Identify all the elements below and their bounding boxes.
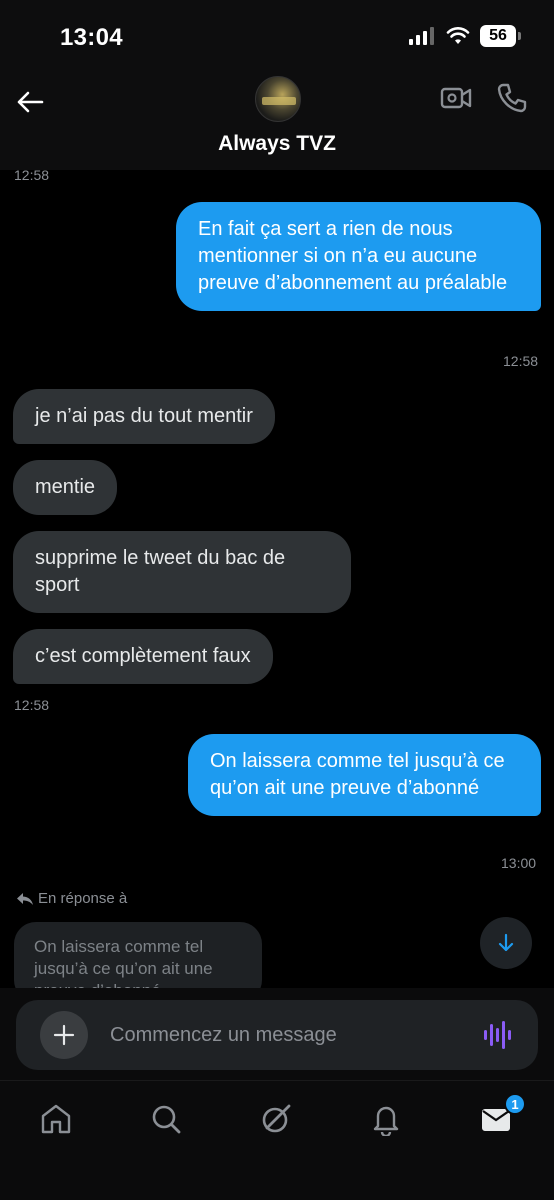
- incoming-message[interactable]: supprime le tweet du bac de sport: [13, 531, 351, 613]
- reply-arrow-icon: [17, 892, 33, 905]
- tab-grok[interactable]: [256, 1099, 296, 1139]
- conversation-title[interactable]: Always TVZ: [0, 132, 554, 156]
- composer-area: [0, 988, 554, 1080]
- battery-indicator: 56: [480, 25, 521, 47]
- chat-header: Always TVZ: [0, 70, 554, 170]
- cellular-signal-icon: [409, 27, 434, 45]
- message-composer: [16, 1000, 538, 1070]
- scroll-to-bottom-button[interactable]: [480, 917, 532, 969]
- video-call-button[interactable]: [440, 84, 474, 114]
- search-icon: [152, 1105, 181, 1134]
- add-attachment-button[interactable]: [40, 1011, 88, 1059]
- avatar[interactable]: [255, 76, 301, 122]
- reply-context: En réponse à: [16, 890, 127, 907]
- status-bar: 13:04 56: [0, 0, 554, 70]
- status-icons: 56: [408, 25, 521, 47]
- incoming-message[interactable]: c’est complètement faux: [13, 629, 273, 684]
- message-input[interactable]: [110, 1020, 450, 1050]
- messages-badge: 1: [504, 1093, 526, 1115]
- tab-search[interactable]: [146, 1099, 186, 1139]
- status-time: 13:04: [60, 24, 123, 51]
- message-timestamp: 12:58: [14, 697, 50, 713]
- outgoing-message[interactable]: On laissera comme tel jusqu’à ce qu’on a…: [188, 734, 541, 816]
- bell-icon: [373, 1106, 399, 1136]
- incoming-message[interactable]: mentie: [13, 460, 118, 515]
- message-timestamp: 12:58: [503, 353, 539, 369]
- bottom-tab-bar: 1: [0, 1080, 554, 1200]
- phone-icon: [497, 83, 527, 113]
- reply-preview[interactable]: On laissera comme tel jusqu’à ce qu’on a…: [14, 922, 262, 988]
- voice-call-button[interactable]: [496, 82, 530, 116]
- wifi-icon: [446, 27, 470, 44]
- outgoing-message[interactable]: En fait ça sert a rien de nous mentionne…: [176, 202, 541, 311]
- incoming-message[interactable]: je n’ai pas du tout mentir: [13, 389, 275, 444]
- audio-waveform-icon: [484, 1021, 511, 1049]
- arrow-left-icon: [17, 91, 44, 113]
- message-timestamp: 13:00: [501, 855, 537, 871]
- home-icon: [41, 1104, 71, 1134]
- grok-icon: [262, 1104, 291, 1133]
- tab-notifications[interactable]: [366, 1099, 406, 1139]
- video-camera-icon: [440, 87, 472, 109]
- reply-label: En réponse à: [38, 890, 128, 907]
- message-timestamp: 12:58: [14, 170, 50, 183]
- arrow-down-icon: [498, 933, 514, 952]
- voice-message-button[interactable]: [482, 1018, 512, 1052]
- back-button[interactable]: [14, 86, 46, 118]
- tab-home[interactable]: [36, 1099, 76, 1139]
- message-list[interactable]: 12:58 En fait ça sert a rien de nous men…: [0, 170, 554, 988]
- plus-icon: [53, 1024, 75, 1046]
